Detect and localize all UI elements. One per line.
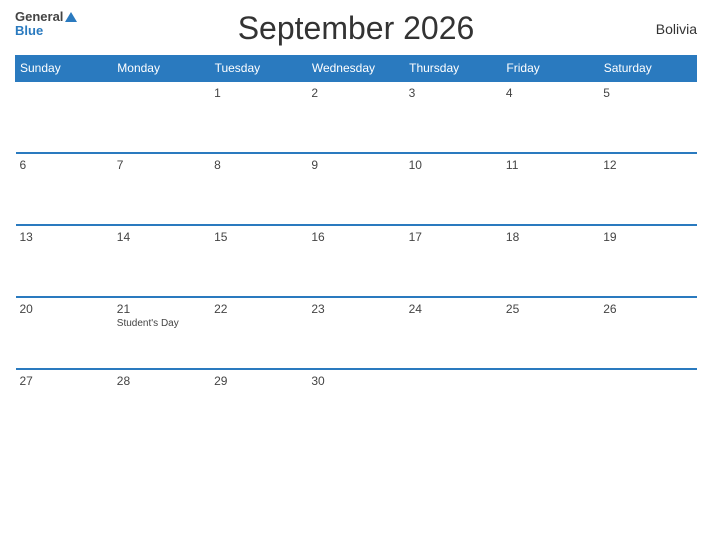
- calendar-day-cell: 7: [113, 153, 210, 225]
- weekday-header: Tuesday: [210, 56, 307, 82]
- calendar-day-cell: 2: [307, 81, 404, 153]
- calendar-title: September 2026: [238, 10, 475, 47]
- day-number: 4: [506, 86, 595, 100]
- day-number: 14: [117, 230, 206, 244]
- weekday-header: Monday: [113, 56, 210, 82]
- day-number: 21: [117, 302, 206, 316]
- calendar-day-cell: 13: [16, 225, 113, 297]
- calendar-day-cell: [113, 81, 210, 153]
- calendar-day-cell: 15: [210, 225, 307, 297]
- day-number: 5: [603, 86, 692, 100]
- calendar-day-cell: 29: [210, 369, 307, 441]
- calendar-body: 123456789101112131415161718192021Student…: [16, 81, 697, 441]
- day-number: 1: [214, 86, 303, 100]
- calendar-day-cell: 20: [16, 297, 113, 369]
- day-number: 12: [603, 158, 692, 172]
- day-number: 6: [20, 158, 109, 172]
- day-number: 27: [20, 374, 109, 388]
- calendar-day-cell: 10: [405, 153, 502, 225]
- calendar-day-cell: 11: [502, 153, 599, 225]
- calendar-day-cell: 21 Student's Day: [113, 297, 210, 369]
- calendar-day-cell: 17: [405, 225, 502, 297]
- country-label: Bolivia: [656, 21, 697, 37]
- calendar-day-cell: [16, 81, 113, 153]
- day-number: 30: [311, 374, 400, 388]
- calendar-day-cell: 19: [599, 225, 696, 297]
- weekday-header: Thursday: [405, 56, 502, 82]
- calendar-day-cell: 16: [307, 225, 404, 297]
- day-number: 25: [506, 302, 595, 316]
- calendar-day-cell: 4: [502, 81, 599, 153]
- calendar-day-cell: 5: [599, 81, 696, 153]
- day-number: 15: [214, 230, 303, 244]
- calendar-day-cell: 30: [307, 369, 404, 441]
- calendar-day-cell: 9: [307, 153, 404, 225]
- calendar-day-cell: 28: [113, 369, 210, 441]
- calendar-day-cell: 8: [210, 153, 307, 225]
- day-number: 18: [506, 230, 595, 244]
- calendar-day-cell: 27: [16, 369, 113, 441]
- calendar-header-row: SundayMondayTuesdayWednesdayThursdayFrid…: [16, 56, 697, 82]
- day-number: 24: [409, 302, 498, 316]
- day-number: 29: [214, 374, 303, 388]
- calendar-week-row: 27 28 29 30: [16, 369, 697, 441]
- weekday-header: Wednesday: [307, 56, 404, 82]
- day-number: 20: [20, 302, 109, 316]
- calendar-day-cell: 1: [210, 81, 307, 153]
- calendar-day-cell: 14: [113, 225, 210, 297]
- calendar-day-cell: [599, 369, 696, 441]
- calendar-day-cell: 6: [16, 153, 113, 225]
- calendar-header: General Blue September 2026 Bolivia: [15, 10, 697, 47]
- calendar-day-cell: 25: [502, 297, 599, 369]
- calendar-week-row: 20 21 Student's Day 22 23 24 25 26: [16, 297, 697, 369]
- day-number: 28: [117, 374, 206, 388]
- day-number: 23: [311, 302, 400, 316]
- day-number: 16: [311, 230, 400, 244]
- logo-triangle-icon: [65, 12, 77, 22]
- calendar-week-row: 6789 10 11 12: [16, 153, 697, 225]
- day-number: 26: [603, 302, 692, 316]
- logo-general-text: General: [15, 10, 63, 23]
- calendar-day-cell: 12: [599, 153, 696, 225]
- day-number: 3: [409, 86, 498, 100]
- event-label: Student's Day: [117, 318, 206, 329]
- calendar-day-cell: 18: [502, 225, 599, 297]
- calendar-day-cell: [502, 369, 599, 441]
- calendar-day-cell: [405, 369, 502, 441]
- day-number: 10: [409, 158, 498, 172]
- calendar-week-row: 13 14 15 16 17 18 19: [16, 225, 697, 297]
- day-number: 11: [506, 158, 595, 172]
- weekday-header: Saturday: [599, 56, 696, 82]
- weekday-header: Sunday: [16, 56, 113, 82]
- logo: General Blue: [15, 10, 77, 39]
- day-number: 8: [214, 158, 303, 172]
- calendar-day-cell: 24: [405, 297, 502, 369]
- day-number: 2: [311, 86, 400, 100]
- day-number: 22: [214, 302, 303, 316]
- calendar-day-cell: 22: [210, 297, 307, 369]
- weekday-header: Friday: [502, 56, 599, 82]
- calendar-day-cell: 3: [405, 81, 502, 153]
- logo-blue-text: Blue: [15, 23, 43, 38]
- calendar-day-cell: 23: [307, 297, 404, 369]
- day-number: 19: [603, 230, 692, 244]
- calendar-week-row: 12345: [16, 81, 697, 153]
- day-number: 7: [117, 158, 206, 172]
- calendar-table: SundayMondayTuesdayWednesdayThursdayFrid…: [15, 55, 697, 441]
- day-number: 13: [20, 230, 109, 244]
- calendar-container: General Blue September 2026 Bolivia Sund…: [0, 0, 712, 550]
- calendar-day-cell: 26: [599, 297, 696, 369]
- day-number: 9: [311, 158, 400, 172]
- day-number: 17: [409, 230, 498, 244]
